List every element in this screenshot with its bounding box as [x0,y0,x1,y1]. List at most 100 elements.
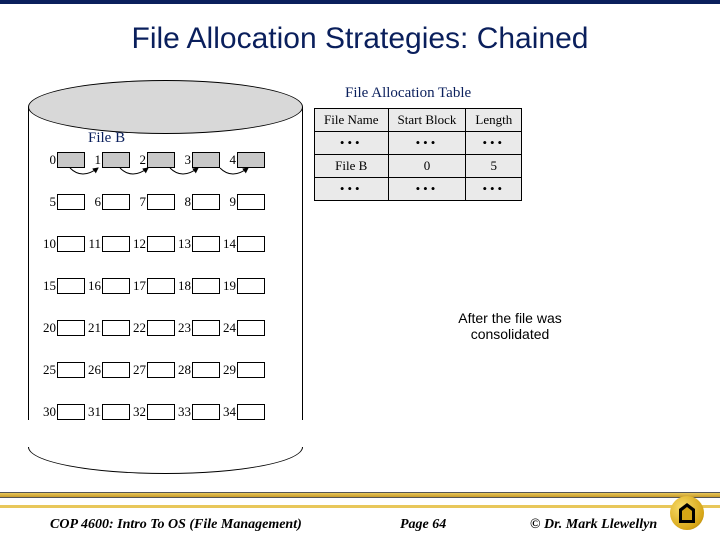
fat-cell: ••• [388,178,466,201]
block-cell: 16 [85,278,130,294]
block-box [57,320,85,336]
block-box [147,236,175,252]
block-box [237,278,265,294]
table-row: ••••••••• [315,132,522,155]
block-number: 12 [130,236,146,252]
disk-top-ellipse [28,80,303,134]
block-box [147,404,175,420]
block-cell: 13 [175,236,220,252]
block-cell: 18 [175,278,220,294]
block-number: 33 [175,404,191,420]
footer-gold-bar [0,492,720,498]
block-cell: 17 [130,278,175,294]
block-number: 17 [130,278,146,294]
block-box [237,236,265,252]
block-box [102,320,130,336]
fat-header: Start Block [388,109,466,132]
block-number: 31 [85,404,101,420]
block-cell: 26 [85,362,130,378]
block-cell: 28 [175,362,220,378]
block-box [237,362,265,378]
disk-side-right [302,107,303,447]
fat-cell: 0 [388,155,466,178]
caption-text: After the file was consolidated [430,310,590,342]
block-box [237,320,265,336]
block-cell: 19 [220,278,265,294]
block-cell: 12 [130,236,175,252]
slide-title: File Allocation Strategies: Chained [0,22,720,56]
block-cell: 20 [40,320,85,336]
block-cell: 30 [40,404,85,420]
block-box [102,278,130,294]
block-box [192,404,220,420]
block-box [57,404,85,420]
block-row: 20 2122 23 24 [40,318,292,338]
fat-cell: ••• [388,132,466,155]
block-number: 16 [85,278,101,294]
fat-cell: ••• [315,132,389,155]
block-cell: 23 [175,320,220,336]
block-cell: 10 [40,236,85,252]
block-cell: 27 [130,362,175,378]
block-row: 10 11 12 1314 [40,234,292,254]
fat-title: File Allocation Table [345,85,471,102]
block-cell: 21 [85,320,130,336]
block-row: 25 26 27 28 29 [40,360,292,380]
block-number: 32 [130,404,146,420]
block-number: 26 [85,362,101,378]
block-box [192,278,220,294]
block-box [102,236,130,252]
footer-author: © Dr. Mark Llewellyn [530,517,657,533]
block-box [147,362,175,378]
block-box [192,362,220,378]
block-number: 25 [40,362,56,378]
chain-arrows [40,150,292,200]
block-box [192,236,220,252]
block-cell: 25 [40,362,85,378]
table-row: File B05 [315,155,522,178]
block-cell: 22 [130,320,175,336]
footer-course: COP 4600: Intro To OS (File Management) [50,517,302,533]
block-cell: 24 [220,320,265,336]
block-box [147,278,175,294]
block-number: 14 [220,236,236,252]
block-number: 29 [220,362,236,378]
fat-header: Length [466,109,522,132]
block-number: 15 [40,278,56,294]
file-allocation-table: File NameStart BlockLength•••••••••File … [314,108,522,201]
footer-page: Page 64 [400,517,446,533]
block-cell: 33 [175,404,220,420]
fat-cell: ••• [466,178,522,201]
block-row: 3031 32 33 34 [40,402,292,422]
block-cell: 29 [220,362,265,378]
block-number: 34 [220,404,236,420]
top-accent-bar [0,0,720,4]
fat-cell: 5 [466,155,522,178]
block-number: 18 [175,278,191,294]
fat-cell: ••• [315,178,389,201]
block-number: 11 [85,236,101,252]
block-cell: 14 [220,236,265,252]
block-number: 10 [40,236,56,252]
block-row: 15 16 17 18 19 [40,276,292,296]
block-cell: 32 [130,404,175,420]
block-number: 27 [130,362,146,378]
ucf-logo-icon [670,496,704,530]
footer: COP 4600: Intro To OS (File Management) … [0,510,720,540]
file-b-label: File B [88,130,125,147]
fat-cell: File B [315,155,389,178]
block-box [192,320,220,336]
footer-gold-bar-thin [0,505,720,508]
block-box [57,236,85,252]
block-box [147,320,175,336]
fat-header: File Name [315,109,389,132]
block-number: 22 [130,320,146,336]
disk-side-left [28,107,29,447]
block-cell: 15 [40,278,85,294]
block-number: 24 [220,320,236,336]
block-number: 19 [220,278,236,294]
block-number: 23 [175,320,191,336]
block-box [237,404,265,420]
block-number: 28 [175,362,191,378]
block-number: 20 [40,320,56,336]
